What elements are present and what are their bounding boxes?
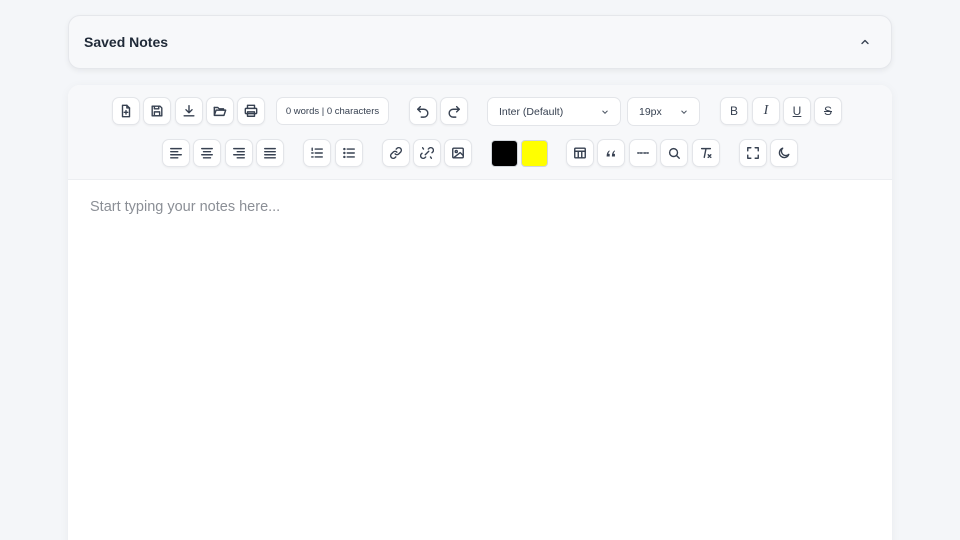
print-button[interactable] — [237, 97, 265, 125]
editor-card: 0 words | 0 characters Inter (Default) 1… — [68, 85, 892, 540]
align-center-icon — [201, 147, 213, 159]
strikethrough-icon: S — [823, 104, 832, 118]
table-icon — [574, 147, 586, 159]
align-left-icon — [170, 147, 182, 159]
link-button[interactable] — [382, 139, 410, 167]
text-color-picker[interactable] — [491, 140, 518, 167]
image-icon — [452, 147, 464, 159]
align-right-button[interactable] — [225, 139, 253, 167]
word-count: 0 words | 0 characters — [276, 97, 389, 125]
chevron-up-icon[interactable] — [853, 30, 877, 54]
align-left-button[interactable] — [162, 139, 190, 167]
chevron-down-icon — [681, 109, 687, 114]
download-button[interactable] — [175, 97, 203, 125]
strikethrough-button[interactable]: S — [814, 97, 842, 125]
font-size-value: 19px — [639, 105, 662, 118]
quote-icon — [606, 150, 616, 157]
undo-icon — [417, 105, 429, 118]
editor-placeholder: Start typing your notes here... — [90, 199, 281, 215]
ordered-list-button[interactable] — [303, 139, 331, 167]
redo-icon — [448, 105, 460, 118]
open-button[interactable] — [206, 97, 234, 125]
bullet-list-icon — [343, 147, 355, 159]
dark-mode-button[interactable] — [770, 139, 798, 167]
clear-format-icon — [700, 147, 712, 159]
saved-notes-title: Saved Notes — [84, 34, 169, 50]
toolbar: 0 words | 0 characters Inter (Default) 1… — [68, 85, 892, 180]
horizontal-rule-icon — [637, 152, 649, 154]
align-right-icon — [233, 147, 245, 159]
bold-icon: B — [729, 104, 738, 118]
italic-button[interactable]: I — [752, 97, 780, 125]
note-editor[interactable]: Start typing your notes here... — [68, 181, 892, 540]
link-icon — [390, 147, 402, 159]
align-justify-button[interactable] — [256, 139, 284, 167]
font-family-value: Inter (Default) — [499, 105, 564, 118]
highlight-color-picker[interactable] — [521, 140, 548, 167]
ordered-list-icon — [311, 147, 323, 158]
unlink-button[interactable] — [413, 139, 441, 167]
save-button[interactable] — [143, 97, 171, 125]
find-button[interactable] — [660, 139, 688, 167]
save-icon — [151, 105, 163, 117]
download-icon — [183, 105, 195, 117]
quote-button[interactable] — [597, 139, 625, 167]
open-folder-icon — [213, 106, 227, 117]
bullet-list-button[interactable] — [335, 139, 363, 167]
font-size-select[interactable]: 19px — [627, 97, 700, 126]
clear-format-button[interactable] — [692, 139, 720, 167]
undo-button[interactable] — [409, 97, 437, 125]
fullscreen-button[interactable] — [739, 139, 767, 167]
new-file-icon — [121, 104, 131, 118]
bold-button[interactable]: B — [720, 97, 748, 125]
table-button[interactable] — [566, 139, 594, 167]
font-family-select[interactable]: Inter (Default) — [487, 97, 621, 126]
chevron-down-icon — [602, 109, 608, 114]
fullscreen-icon — [747, 147, 759, 159]
align-justify-icon — [264, 147, 276, 159]
saved-notes-panel[interactable]: Saved Notes — [68, 15, 892, 69]
image-button[interactable] — [444, 139, 472, 167]
italic-icon: I — [763, 103, 769, 118]
unlink-icon — [420, 147, 434, 159]
underline-button[interactable]: U — [783, 97, 811, 125]
underline-icon: U — [792, 104, 802, 118]
dark-mode-icon — [778, 147, 790, 159]
align-center-button[interactable] — [193, 139, 221, 167]
print-icon — [244, 104, 258, 117]
redo-button[interactable] — [440, 97, 468, 125]
new-file-button[interactable] — [112, 97, 140, 125]
find-icon — [668, 147, 680, 159]
horizontal-rule-button[interactable] — [629, 139, 657, 167]
